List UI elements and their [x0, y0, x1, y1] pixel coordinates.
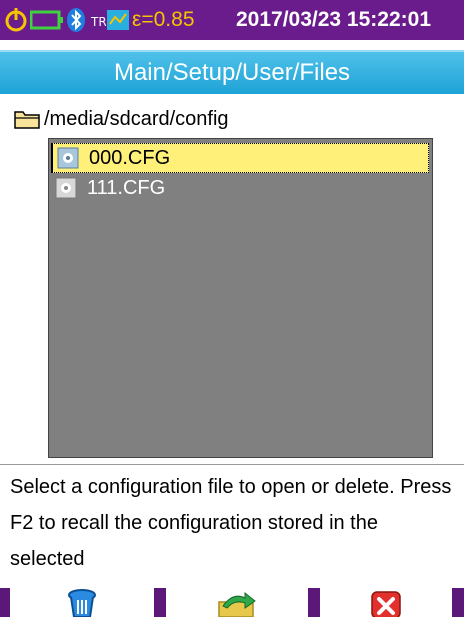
cancel-button[interactable]: [320, 588, 452, 617]
bluetooth-icon: [67, 8, 85, 32]
page-title: Main/Setup/User/Files: [0, 50, 464, 94]
path-text: /media/sdcard/config: [44, 107, 229, 130]
power-icon: [5, 8, 27, 32]
recall-icon: [218, 591, 256, 617]
date-time: 2017/03/23 15:22:01: [236, 8, 431, 31]
file-item[interactable]: 000.CFG: [51, 143, 429, 173]
tr-icon: TR: [90, 9, 106, 31]
emissivity-value: ε=0.85: [132, 8, 195, 31]
file-name: 111.CFG: [87, 176, 166, 199]
trash-icon: [68, 589, 96, 617]
file-item[interactable]: 111.CFG: [51, 173, 429, 203]
recall-button[interactable]: [166, 588, 308, 617]
help-text: Select a configuration file to open or d…: [0, 464, 464, 582]
status-bar: TR ε=0.85 2017/03/23 15:22:01: [0, 0, 464, 40]
folder-icon: [14, 111, 40, 129]
softkey-bar: [0, 588, 464, 617]
close-icon: [371, 591, 401, 617]
sd-card-icon: [107, 10, 129, 30]
file-name: 000.CFG: [89, 146, 171, 169]
config-file-icon: [55, 177, 77, 199]
svg-text:TR: TR: [90, 15, 106, 29]
current-path: /media/sdcard/config: [14, 104, 229, 134]
battery-icon: [30, 10, 63, 30]
delete-button[interactable]: [10, 588, 154, 617]
config-file-icon: [57, 147, 79, 169]
file-list[interactable]: 000.CFG 111.CFG: [48, 138, 433, 458]
